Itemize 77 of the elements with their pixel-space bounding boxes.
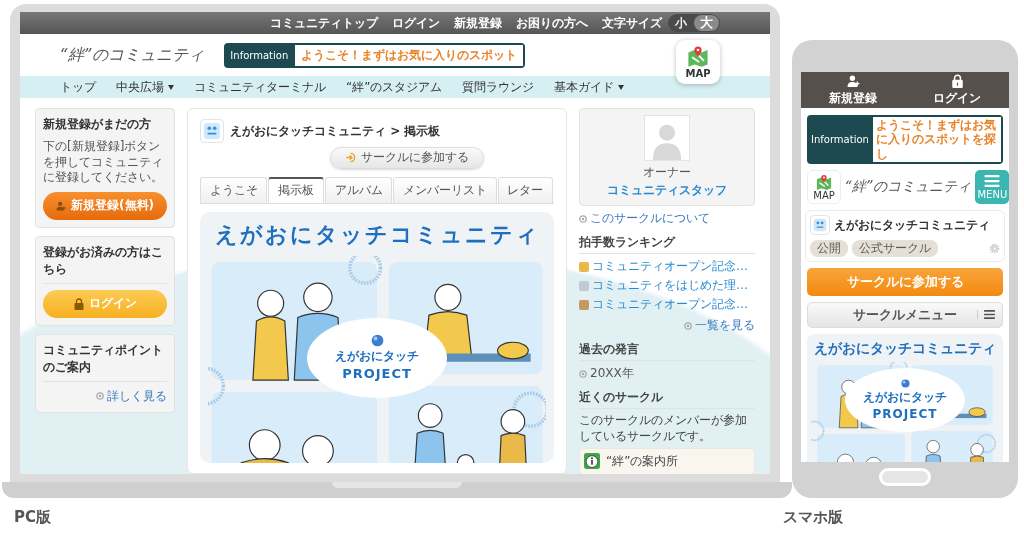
breadcrumb: えがおにタッチコミュニティ > 掲示板 <box>230 122 441 140</box>
nav-item[interactable]: 基本ガイド <box>554 78 625 96</box>
section-title: 過去の発言 <box>579 341 755 361</box>
card-title: 新規登録がまだの方 <box>43 116 152 133</box>
details-link[interactable]: 詳しく見る <box>96 387 167 405</box>
settings-icon[interactable] <box>989 243 1000 255</box>
information-label: Information <box>229 49 290 61</box>
globe-icon <box>370 334 384 348</box>
home-button[interactable] <box>879 468 931 486</box>
map-pin-icon <box>815 173 833 190</box>
signup-button[interactable]: 新規登録 <box>801 72 905 108</box>
ranking-item[interactable]: コミュニティオープン記念… <box>579 258 755 275</box>
information-text: ようこそ！まずはお気に入りのスポットを探し <box>872 117 1001 163</box>
section-text: このサークルのメンバーが参加しているサークルです。 <box>579 413 748 445</box>
avatar-icon <box>644 115 690 161</box>
tag: 公式サークル <box>852 240 938 258</box>
map-pin-icon <box>686 45 710 67</box>
top-link[interactable]: 新規登録 <box>454 14 502 32</box>
tab[interactable]: レター <box>497 176 554 203</box>
nearby-circle-card[interactable]: “絆”の案内所 <box>579 448 755 474</box>
banner-title: えがおにタッチコミュニティ <box>214 220 540 249</box>
logo-text: えがおにタッチ <box>335 348 419 366</box>
tag: 公開 <box>810 240 848 258</box>
circle-title: えがおにタッチコミュニティ <box>834 216 990 234</box>
top-link[interactable]: お困りの方へ <box>516 14 588 32</box>
nav-item[interactable]: コミュニティターミナル <box>194 78 326 96</box>
archive-link[interactable]: 20XX年 <box>579 365 755 382</box>
section-title: 近くのサークル <box>579 389 755 409</box>
circle-logo-icon <box>200 119 224 143</box>
font-size-option[interactable]: 小 <box>669 15 693 31</box>
top-link[interactable]: コミュニティトップ <box>270 14 378 32</box>
card-title: コミュニティポイントのご案内 <box>43 341 167 382</box>
tab[interactable]: メンバーリスト <box>393 176 497 203</box>
globe-icon <box>900 379 910 389</box>
owner-role: オーナー <box>643 164 691 181</box>
tab[interactable]: アルバム <box>324 176 393 203</box>
lock-icon <box>73 297 84 310</box>
circle-bullet-icon <box>96 392 104 401</box>
logo-text: PROJECT <box>872 407 938 422</box>
circle-bullet-icon <box>579 369 587 378</box>
circle-name: “絆”の案内所 <box>606 453 679 471</box>
about-link[interactable]: このサークルについて <box>579 210 755 227</box>
login-button[interactable]: ログイン <box>905 72 1009 108</box>
circle-logo-icon <box>810 215 830 236</box>
person-add-icon <box>846 73 860 88</box>
join-circle-button[interactable]: サークルに参加する <box>330 147 484 169</box>
info-icon <box>584 453 600 470</box>
site-logo[interactable]: “絆”のコミュニティ <box>60 44 205 66</box>
circle-bullet-icon <box>579 214 587 223</box>
person-add-icon <box>56 199 66 212</box>
tab[interactable]: ようこそ <box>200 176 268 203</box>
circle-bullet-icon <box>684 321 692 330</box>
nav-item[interactable]: 質問ラウンジ <box>462 78 535 96</box>
site-logo[interactable]: “絆”のコミュニティ <box>845 178 972 197</box>
logo-text: PROJECT <box>342 366 412 382</box>
circle-menu-button[interactable]: サークルメニュー <box>807 302 1003 329</box>
map-button[interactable]: MAP <box>676 40 720 84</box>
font-size-label: 文字サイズ <box>602 14 662 32</box>
enter-icon <box>345 152 356 164</box>
card-title: 登録がお済みの方はこちら <box>43 243 167 284</box>
nav-item[interactable]: トップ <box>60 78 96 96</box>
top-link[interactable]: ログイン <box>392 14 440 32</box>
tab[interactable]: 掲示板 <box>268 176 324 203</box>
menu-icon <box>984 174 1001 187</box>
see-all-link[interactable]: 一覧を見る <box>684 317 755 334</box>
nav-item[interactable]: 中央広場 <box>116 78 174 96</box>
menu-icon <box>977 310 995 320</box>
caption: PC版 <box>14 508 51 527</box>
logo-text: えがおにタッチ <box>863 389 947 407</box>
information-label: Information <box>810 134 870 146</box>
information-text: ようこそ！まずはお気に入りのスポット <box>295 44 524 66</box>
map-button[interactable]: MAP <box>807 170 841 205</box>
caption: スマホ版 <box>783 508 843 527</box>
card-text: 下の[新規登録]ボタンを押してコミュニティに登録してください。 <box>43 139 164 186</box>
banner-title: えがおにタッチコミュニティ <box>814 340 996 359</box>
section-title: 拍手数ランキング <box>579 234 755 254</box>
nav-item[interactable]: “絆”のスタジアム <box>346 78 443 96</box>
